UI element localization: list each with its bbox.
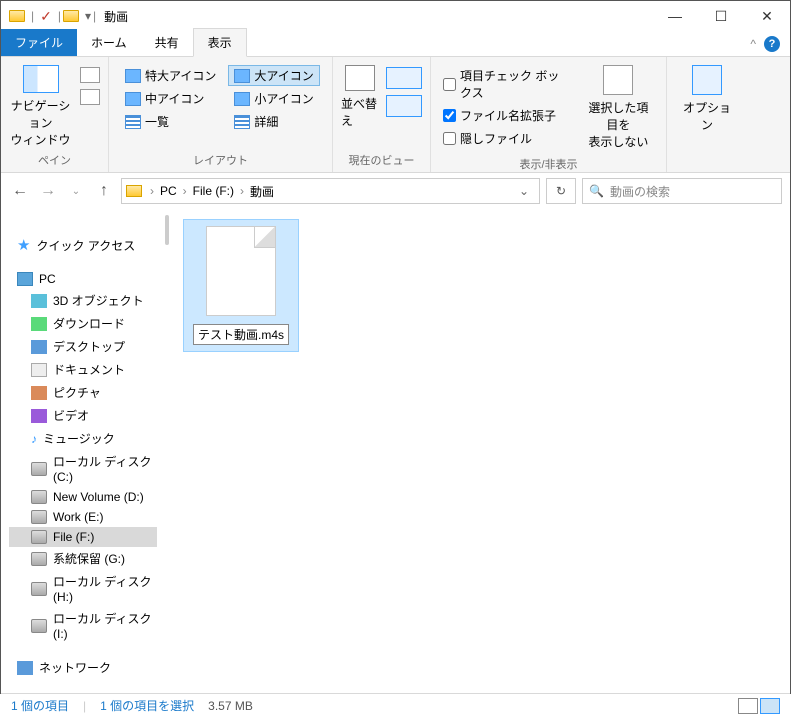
layout-list[interactable]: 一覧 bbox=[119, 111, 222, 132]
view-details-icon[interactable] bbox=[738, 698, 758, 714]
tree-disk-c[interactable]: ローカル ディスク (C:) bbox=[9, 450, 157, 487]
nav-forward-button[interactable]: → bbox=[37, 182, 59, 200]
tab-home[interactable]: ホーム bbox=[77, 29, 141, 56]
tree-disk-d[interactable]: New Volume (D:) bbox=[9, 487, 157, 507]
layout-details[interactable]: 詳細 bbox=[228, 111, 319, 132]
tree-videos[interactable]: ビデオ bbox=[9, 404, 157, 427]
download-icon bbox=[31, 317, 47, 331]
tree-disk-f[interactable]: File (F:) bbox=[9, 527, 157, 547]
disk-icon bbox=[31, 530, 47, 544]
options-button[interactable]: オプション bbox=[675, 61, 739, 137]
tab-view[interactable]: 表示 bbox=[193, 28, 247, 57]
tree-disk-h[interactable]: ローカル ディスク (H:) bbox=[9, 570, 157, 607]
folder-icon bbox=[126, 185, 142, 197]
disk-icon bbox=[31, 510, 47, 524]
network-icon bbox=[17, 661, 33, 675]
file-list[interactable]: テスト動画.m4s bbox=[173, 209, 790, 693]
add-columns-icon[interactable] bbox=[386, 67, 422, 89]
sort-button[interactable]: 並べ替え bbox=[341, 61, 378, 129]
tree-pc[interactable]: PC bbox=[9, 269, 157, 289]
tab-file[interactable]: ファイル bbox=[1, 29, 77, 56]
details-pane-icon[interactable] bbox=[80, 89, 100, 105]
disk-icon bbox=[31, 582, 47, 596]
nav-pane-icon bbox=[23, 65, 59, 93]
nav-tree[interactable]: ★クイック アクセス PC 3D オブジェクト ダウンロード デスクトップ ドキ… bbox=[1, 209, 161, 693]
maximize-button[interactable]: ☐ bbox=[698, 1, 744, 31]
status-size: 3.57 MB bbox=[208, 699, 253, 713]
nav-back-button[interactable]: ← bbox=[9, 182, 31, 200]
tree-desktop[interactable]: デスクトップ bbox=[9, 335, 157, 358]
status-selected: 1 個の項目を選択 bbox=[100, 697, 194, 714]
layout-small[interactable]: 小アイコン bbox=[228, 88, 319, 109]
tree-pictures[interactable]: ピクチャ bbox=[9, 381, 157, 404]
close-button[interactable]: ✕ bbox=[744, 1, 790, 31]
desktop-icon bbox=[31, 340, 47, 354]
minimize-button[interactable]: — bbox=[652, 1, 698, 31]
layout-extra-large[interactable]: 特大アイコン bbox=[119, 65, 222, 86]
disk-icon bbox=[31, 619, 47, 633]
tree-music[interactable]: ♪ミュージック bbox=[9, 427, 157, 450]
document-icon bbox=[31, 363, 47, 377]
tree-documents[interactable]: ドキュメント bbox=[9, 358, 157, 381]
tree-disk-e[interactable]: Work (E:) bbox=[9, 507, 157, 527]
address-dropdown-icon[interactable]: ⌄ bbox=[513, 184, 535, 198]
file-item[interactable]: テスト動画.m4s bbox=[183, 219, 299, 352]
view-large-icons-icon[interactable] bbox=[760, 698, 780, 714]
hidden-files-toggle[interactable]: 隠しファイル bbox=[443, 130, 571, 147]
qat-dropdown[interactable]: ▾ bbox=[85, 9, 91, 23]
file-icon bbox=[206, 226, 276, 316]
layout-large[interactable]: 大アイコン bbox=[228, 65, 319, 86]
address-bar[interactable]: › PC › File (F:) › 動画 ⌄ bbox=[121, 178, 540, 204]
sort-icon bbox=[345, 65, 375, 91]
video-icon bbox=[31, 409, 47, 423]
size-columns-icon[interactable] bbox=[386, 95, 422, 117]
pictures-icon bbox=[31, 386, 47, 400]
star-icon: ★ bbox=[17, 236, 30, 254]
breadcrumb-folder[interactable]: 動画 bbox=[246, 183, 278, 200]
item-checkboxes-toggle[interactable]: 項目チェック ボックス bbox=[443, 67, 571, 101]
search-icon: 🔍 bbox=[589, 184, 604, 198]
hide-selected-button[interactable]: 選択した項目を 表示しない bbox=[579, 61, 658, 154]
hide-selected-icon bbox=[603, 65, 633, 95]
filename-extensions-toggle[interactable]: ファイル名拡張子 bbox=[443, 107, 571, 124]
collapse-ribbon-icon[interactable]: ^ bbox=[750, 37, 756, 51]
disk-icon bbox=[31, 490, 47, 504]
nav-recent-dropdown[interactable]: ⌄ bbox=[65, 186, 87, 197]
tree-quick-access[interactable]: ★クイック アクセス bbox=[9, 233, 157, 257]
layout-medium[interactable]: 中アイコン bbox=[119, 88, 222, 109]
window-title: 動画 bbox=[104, 8, 128, 25]
folder-icon bbox=[9, 10, 25, 22]
status-item-count: 1 個の項目 bbox=[11, 697, 69, 714]
disk-icon bbox=[31, 462, 47, 476]
help-icon[interactable]: ? bbox=[764, 36, 780, 52]
folder-icon bbox=[63, 10, 79, 22]
tree-downloads[interactable]: ダウンロード bbox=[9, 312, 157, 335]
qat-checkmark-icon[interactable]: ✓ bbox=[40, 8, 52, 25]
splitter[interactable] bbox=[161, 209, 173, 693]
tab-share[interactable]: 共有 bbox=[141, 29, 193, 56]
file-name-label[interactable]: テスト動画.m4s bbox=[193, 324, 289, 345]
tree-disk-i[interactable]: ローカル ディスク (I:) bbox=[9, 607, 157, 644]
preview-pane-icon[interactable] bbox=[80, 67, 100, 83]
nav-up-button[interactable]: ↑ bbox=[93, 182, 115, 200]
disk-icon bbox=[31, 552, 47, 566]
refresh-button[interactable]: ↻ bbox=[546, 178, 576, 204]
navigation-pane-button[interactable]: ナビゲーション ウィンドウ bbox=[9, 61, 72, 148]
music-icon: ♪ bbox=[31, 432, 37, 446]
breadcrumb-pc[interactable]: PC bbox=[156, 184, 181, 198]
3d-icon bbox=[31, 294, 47, 308]
tree-network[interactable]: ネットワーク bbox=[9, 656, 157, 679]
options-icon bbox=[692, 65, 722, 95]
pc-icon bbox=[17, 272, 33, 286]
breadcrumb-drive[interactable]: File (F:) bbox=[189, 184, 238, 198]
tree-disk-g[interactable]: 系統保留 (G:) bbox=[9, 547, 157, 570]
search-input[interactable]: 🔍 動画の検索 bbox=[582, 178, 782, 204]
tree-3d-objects[interactable]: 3D オブジェクト bbox=[9, 289, 157, 312]
